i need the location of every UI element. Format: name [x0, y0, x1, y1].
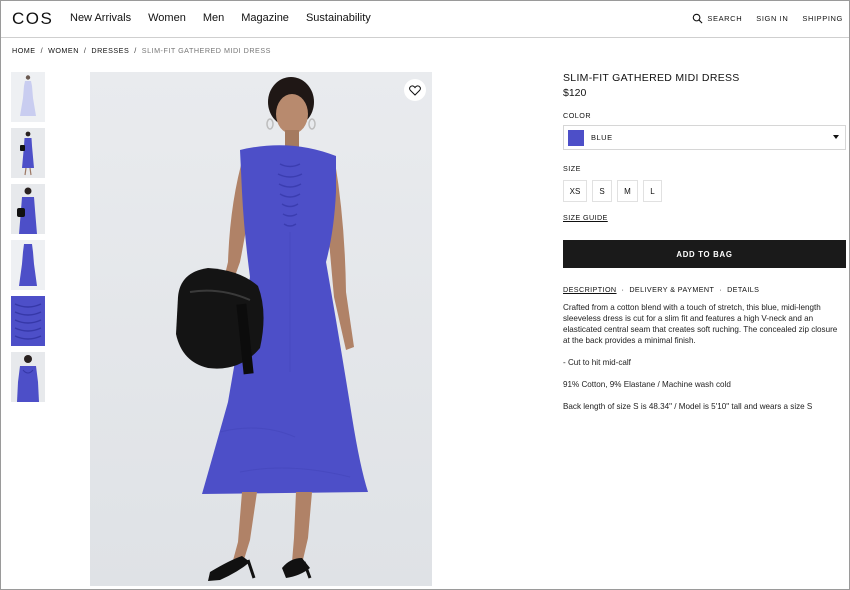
thumbnail-model-closeup-image	[17, 187, 37, 234]
search-icon	[693, 13, 703, 24]
color-label: COLOR	[563, 111, 592, 120]
utility-nav: SEARCH SIGN IN SHIPPING	[678, 13, 843, 24]
nav-new-arrivals[interactable]: New Arrivals	[70, 12, 131, 24]
sign-in-link[interactable]: SIGN IN	[756, 14, 788, 23]
color-dropdown[interactable]: BLUE	[563, 125, 846, 150]
heart-icon	[409, 84, 421, 96]
search-label: SEARCH	[707, 14, 743, 23]
info-tabs: DESCRIPTION · DELIVERY & PAYMENT · DETAI…	[563, 285, 759, 294]
tab-delivery-payment[interactable]: DELIVERY & PAYMENT	[629, 285, 714, 294]
wishlist-button[interactable]	[404, 79, 426, 101]
tab-details[interactable]: DETAILS	[727, 285, 759, 294]
product-main-image[interactable]	[90, 72, 432, 586]
breadcrumb-separator: /	[134, 46, 137, 55]
thumbnail-5[interactable]	[11, 296, 45, 346]
model-wearing-dress-image	[90, 72, 432, 586]
nav-magazine[interactable]: Magazine	[241, 12, 289, 24]
thumbnail-model-image	[20, 131, 34, 176]
main-nav: New Arrivals Women Men Magazine Sustaina…	[70, 12, 388, 24]
size-option-xs[interactable]: XS	[563, 180, 587, 202]
description-composition: 91% Cotton, 9% Elastane / Machine wash c…	[563, 380, 731, 389]
thumbnail-back-view-image	[17, 355, 39, 402]
tab-description[interactable]: DESCRIPTION	[563, 285, 617, 294]
breadcrumb-separator: /	[83, 46, 87, 55]
shipping-link[interactable]: SHIPPING	[802, 14, 843, 23]
product-info-panel: SLIM-FIT GATHERED MIDI DRESS $120 COLOR …	[563, 72, 846, 411]
thumbnail-4[interactable]	[11, 240, 45, 290]
tab-separator: ·	[719, 285, 723, 294]
size-option-s[interactable]: S	[592, 180, 612, 202]
thumbnail-gallery	[11, 72, 45, 408]
breadcrumb-dresses[interactable]: DRESSES	[91, 46, 129, 55]
breadcrumb-separator: /	[40, 46, 44, 55]
thumbnail-1[interactable]	[11, 72, 45, 122]
product-description: Crafted from a cotton blend with a touch…	[563, 302, 846, 423]
selected-color: BLUE	[591, 133, 613, 142]
description-fit-note: - Cut to hit mid-calf	[563, 358, 631, 367]
search-button[interactable]: SEARCH	[692, 13, 742, 24]
description-length-note: Back length of size S is 48.34" / Model …	[563, 402, 813, 411]
color-swatch	[568, 129, 584, 146]
breadcrumb-home[interactable]: HOME	[12, 46, 36, 55]
breadcrumb-women[interactable]: WOMEN	[48, 46, 79, 55]
thumbnail-6[interactable]	[11, 352, 45, 402]
size-label: SIZE	[563, 164, 581, 173]
breadcrumb: HOME / WOMEN / DRESSES / SLIM-FIT GATHER…	[12, 46, 271, 55]
size-selector: XS S M L	[563, 180, 667, 202]
chevron-down-icon	[833, 135, 839, 139]
breadcrumb-current: SLIM-FIT GATHERED MIDI DRESS	[141, 46, 271, 55]
nav-men[interactable]: Men	[203, 12, 224, 24]
shipping-label: SHIPPING	[802, 14, 843, 23]
size-guide-link[interactable]: SIZE GUIDE	[563, 213, 608, 222]
thumbnail-dress-image	[20, 75, 36, 116]
sign-in-label: SIGN IN	[756, 14, 789, 23]
size-option-m[interactable]: M	[617, 180, 638, 202]
size-option-l[interactable]: L	[643, 180, 662, 202]
product-price: $120	[563, 87, 587, 99]
add-to-bag-button[interactable]: ADD TO BAG	[563, 240, 846, 268]
thumbnail-2[interactable]	[11, 128, 45, 178]
product-title: SLIM-FIT GATHERED MIDI DRESS	[563, 72, 740, 84]
thumbnail-fabric-detail-image	[14, 303, 42, 340]
brand-logo[interactable]: COS	[12, 9, 53, 29]
description-paragraph: Crafted from a cotton blend with a touch…	[563, 303, 838, 345]
tab-separator: ·	[621, 285, 625, 294]
site-header: COS New Arrivals Women Men Magazine Sust…	[1, 1, 849, 38]
nav-women[interactable]: Women	[148, 12, 186, 24]
nav-sustainability[interactable]: Sustainability	[306, 12, 371, 24]
thumbnail-flat-dress-image	[19, 244, 37, 286]
thumbnail-3[interactable]	[11, 184, 45, 234]
